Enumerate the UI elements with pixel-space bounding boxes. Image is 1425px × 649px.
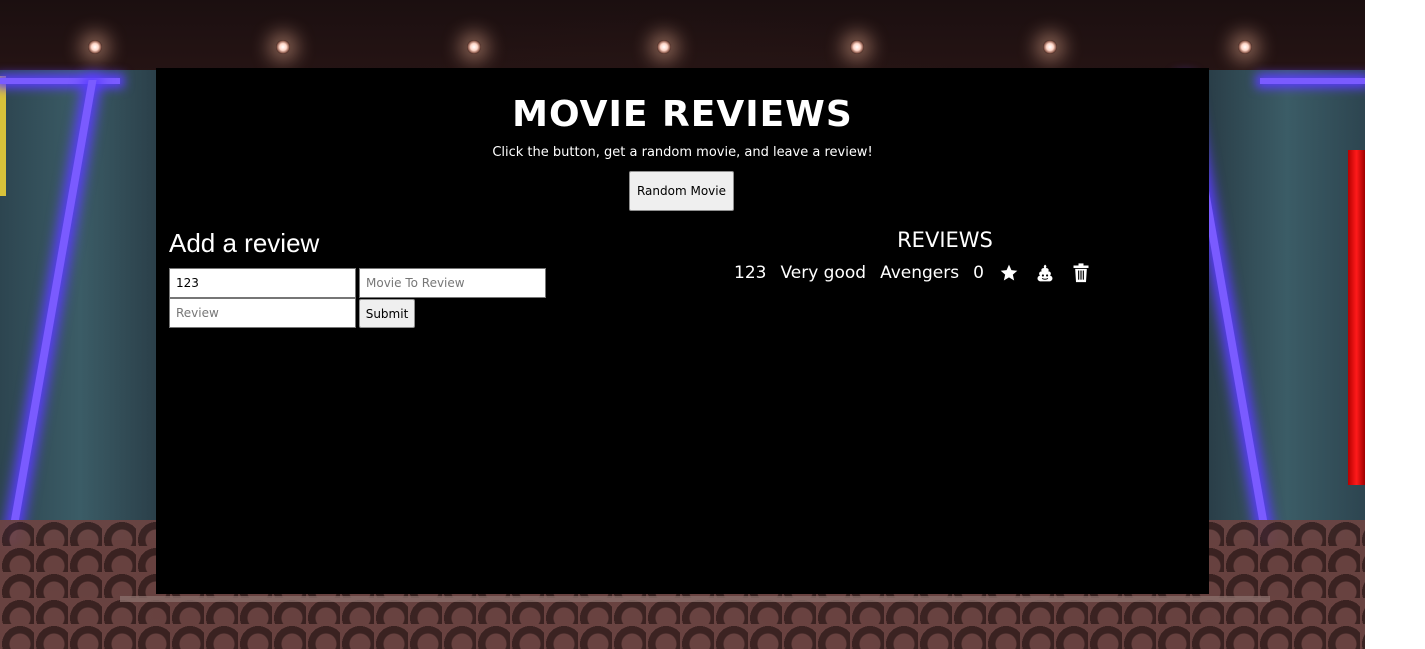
- ceiling-light: [657, 40, 671, 54]
- main-panel: MOVIE REVIEWS Click the button, get a ra…: [156, 68, 1209, 594]
- reviews-heading: REVIEWS: [897, 228, 993, 252]
- ceiling-light: [1043, 40, 1057, 54]
- ceiling-light: [88, 40, 102, 54]
- review-votes: 0: [973, 263, 984, 283]
- poop-icon[interactable]: [1034, 262, 1056, 284]
- review-id: 123: [734, 263, 767, 283]
- ceiling-light: [850, 40, 864, 54]
- page-subtitle: Click the button, get a random movie, an…: [492, 145, 873, 160]
- theater-light-strip: [0, 76, 6, 196]
- star-icon[interactable]: [998, 262, 1020, 284]
- movie-to-review-input[interactable]: [359, 268, 546, 298]
- review-list-item: 123 Very good Avengers 0: [734, 262, 1092, 284]
- review-text-input[interactable]: [169, 298, 356, 328]
- add-review-heading: Add a review: [169, 228, 320, 258]
- submit-button[interactable]: Submit: [359, 299, 415, 328]
- ceiling-light: [1238, 40, 1252, 54]
- stage-edge: [120, 596, 1270, 602]
- trash-icon[interactable]: [1070, 262, 1092, 284]
- review-movie: Avengers: [880, 263, 960, 283]
- theater-wall-right: [1209, 70, 1365, 540]
- stage-curtain: [1348, 150, 1365, 485]
- review-id-input[interactable]: [169, 268, 356, 298]
- page-title: MOVIE REVIEWS: [512, 94, 853, 135]
- neon-strip: [0, 78, 120, 84]
- random-movie-button[interactable]: Random Movie: [629, 171, 734, 211]
- ceiling-light: [467, 40, 481, 54]
- review-text: Very good: [780, 263, 867, 283]
- neon-strip: [1260, 78, 1365, 84]
- ceiling-light: [276, 40, 290, 54]
